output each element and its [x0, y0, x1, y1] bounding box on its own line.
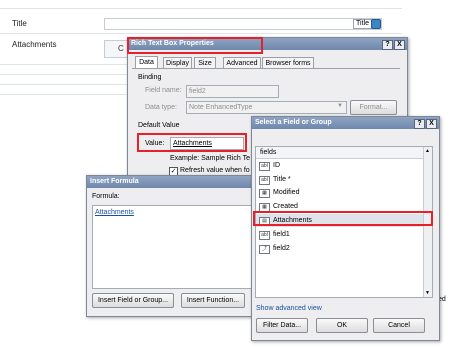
ok-button[interactable]: OK	[316, 318, 368, 333]
field-name-label: Field name:	[145, 87, 182, 94]
refresh-label: Refresh value when fo	[180, 167, 250, 174]
formula-textarea[interactable]: Attachments	[92, 205, 264, 289]
cancel-button[interactable]: Cancel	[373, 318, 425, 333]
title-label: Title	[12, 19, 27, 28]
help-button[interactable]: ?	[414, 119, 425, 129]
tab-baseline	[132, 68, 400, 69]
insert-function-button[interactable]: Insert Function...	[181, 293, 245, 308]
close-button[interactable]: X	[394, 40, 405, 50]
date-field-icon: ▦	[259, 189, 270, 198]
list-item[interactable]: abl Title *	[256, 173, 424, 186]
close-button[interactable]: X	[426, 119, 437, 129]
attachments-label: Attachments	[12, 40, 57, 49]
scroll-up-icon[interactable]: ▲	[425, 148, 430, 154]
group-header-label: fields	[260, 149, 277, 156]
title-input[interactable]	[104, 18, 382, 30]
default-value-heading: Default Value	[138, 122, 180, 129]
text-field-icon: abl	[259, 162, 270, 171]
help-button[interactable]: ?	[382, 40, 393, 50]
text-field-icon: abl	[259, 231, 270, 240]
list-item-label: Title *	[273, 176, 291, 183]
data-type-select[interactable]: Note EnhancedType	[186, 101, 347, 114]
list-item[interactable]: abl ID	[256, 159, 424, 172]
formula-text: Attachments	[95, 209, 134, 216]
tree-group-header[interactable]: fields	[256, 147, 424, 159]
highlight-rtb-title	[127, 37, 263, 54]
insert-field-or-group-button[interactable]: Insert Field or Group...	[92, 293, 174, 308]
data-type-label: Data type:	[145, 104, 177, 111]
binding-heading: Binding	[138, 74, 162, 81]
link-field-icon: ⤴	[259, 245, 270, 254]
text-field-icon: abl	[259, 176, 270, 185]
form-divider	[0, 33, 402, 34]
highlight-value	[137, 133, 247, 152]
attachments-partial-text: C	[118, 44, 124, 53]
formula-label: Formula:	[92, 193, 120, 200]
filter-data-button[interactable]: Filter Data...	[256, 318, 308, 333]
field-tag-icon	[371, 19, 381, 29]
list-item-label: Modified	[273, 189, 300, 196]
title-field-tag: Title	[353, 19, 372, 29]
list-item[interactable]: ⤴ field2	[256, 242, 424, 255]
format-button[interactable]: Format...	[350, 100, 397, 115]
scroll-down-icon[interactable]: ▼	[425, 290, 430, 296]
list-item-label: field1	[273, 231, 290, 238]
list-item[interactable]: abl field1	[256, 228, 424, 241]
highlight-attachments	[253, 211, 433, 226]
chevron-down-icon: ▼	[337, 103, 343, 109]
select-dialog-title: Select a Field or Group	[252, 117, 439, 129]
form-divider	[0, 8, 402, 9]
list-item[interactable]: ▦ Modified	[256, 186, 424, 199]
example-text: Example: Sample Rich Te	[170, 155, 251, 162]
formula-dialog-title: Insert Formula	[87, 176, 255, 188]
show-advanced-view-link[interactable]: Show advanced view	[256, 305, 322, 312]
list-item-label: field2	[273, 245, 290, 252]
field-name-input[interactable]: field2	[186, 85, 279, 98]
list-item-label: ID	[273, 162, 280, 169]
